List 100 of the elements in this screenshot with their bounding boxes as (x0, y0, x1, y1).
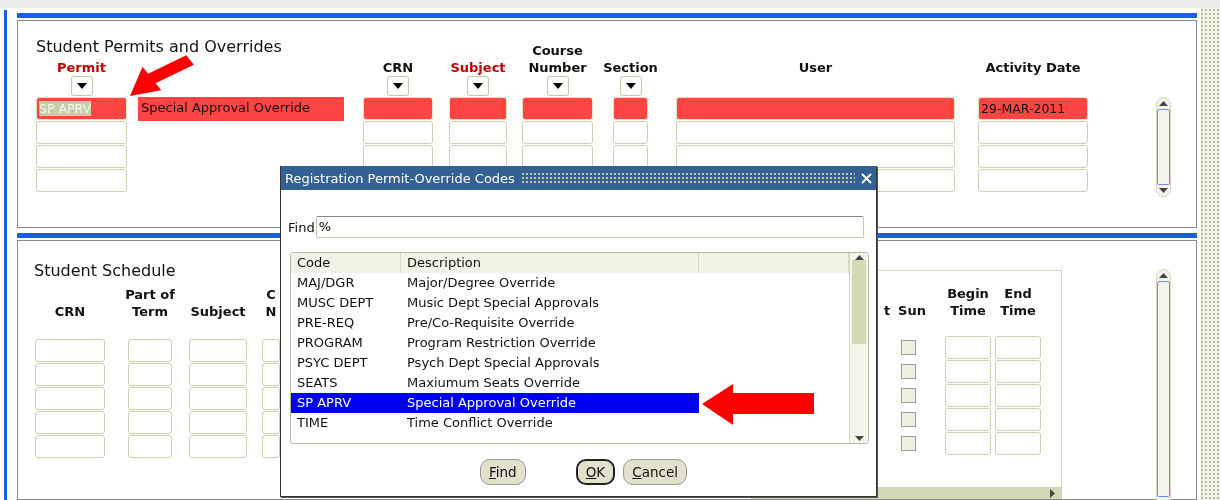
code-cell-text: PROGRAM (296, 334, 364, 352)
text-field[interactable] (522, 144, 593, 168)
dialog-title-bar[interactable]: Registration Permit-Override Codes (281, 166, 876, 190)
dropdown-button[interactable] (70, 75, 93, 96)
dropdown-button[interactable] (546, 75, 569, 96)
text-field[interactable] (945, 359, 991, 383)
column-header: Part of (125, 285, 175, 303)
text-field[interactable] (262, 338, 280, 362)
code-cell-text: MUSC DEPT (296, 294, 375, 312)
column-header: Begin (947, 284, 989, 302)
column-header: Description (401, 253, 699, 273)
description-cell-text: Maxiumum Seats Override (406, 374, 581, 392)
text-field[interactable] (36, 120, 127, 144)
text-field[interactable] (128, 362, 172, 386)
text-field[interactable] (945, 431, 991, 455)
list-row[interactable]: MAJ/DGR Major/Degree Override (291, 273, 699, 293)
text-field[interactable] (128, 386, 172, 410)
dialog-button[interactable]: Find (480, 459, 526, 485)
dialog-button[interactable]: Cancel (623, 459, 687, 485)
text-field[interactable] (363, 120, 433, 144)
scroll-up-icon[interactable] (1159, 272, 1168, 278)
text-field[interactable] (189, 338, 247, 362)
column-header: Subject (450, 58, 506, 76)
text-field[interactable] (676, 96, 955, 120)
checkbox[interactable] (901, 387, 916, 403)
close-icon[interactable] (861, 172, 872, 184)
column-header: Code (291, 253, 401, 273)
text-field[interactable] (262, 386, 280, 410)
checkbox[interactable] (901, 363, 916, 379)
text-field[interactable] (995, 383, 1041, 407)
scroll-right-icon[interactable] (1050, 488, 1055, 498)
text-field[interactable] (363, 144, 433, 168)
text-field[interactable] (995, 335, 1041, 359)
text-field[interactable] (522, 120, 593, 144)
scroll-down-icon[interactable] (854, 436, 864, 441)
scroll-down-icon[interactable] (1159, 187, 1168, 193)
text-field[interactable] (613, 144, 648, 168)
text-field[interactable] (128, 434, 172, 458)
description-cell-text: Major/Degree Override (406, 274, 557, 292)
list-row[interactable]: SEATS Maxiumum Seats Override (291, 373, 699, 393)
text-field[interactable] (978, 144, 1088, 168)
checkbox[interactable] (901, 339, 916, 355)
scrollbar[interactable] (1156, 268, 1171, 500)
text-field[interactable] (449, 96, 507, 120)
dialog-button[interactable]: OK (575, 459, 616, 485)
text-field[interactable] (995, 431, 1041, 455)
text-field[interactable] (945, 407, 991, 431)
text-field[interactable] (35, 338, 105, 362)
text-field[interactable] (613, 96, 648, 120)
text-field[interactable] (36, 144, 127, 168)
text-field[interactable] (189, 386, 247, 410)
column-header: Section (603, 58, 658, 76)
text-field[interactable] (449, 120, 507, 144)
text-field[interactable] (262, 410, 280, 434)
text-field[interactable] (189, 362, 247, 386)
column-header: Time (1000, 301, 1036, 319)
dialog-title: Registration Permit-Override Codes (285, 170, 515, 186)
find-field[interactable]: % (315, 216, 864, 238)
text-field[interactable] (35, 434, 105, 458)
column-header: Term (132, 302, 168, 320)
checkbox[interactable] (901, 435, 916, 451)
text-field[interactable] (189, 410, 247, 434)
text-field[interactable] (128, 410, 172, 434)
text-field[interactable] (35, 362, 105, 386)
dropdown-button[interactable] (467, 75, 489, 96)
text-field[interactable] (978, 120, 1088, 144)
arrow-icon (130, 55, 194, 96)
checkbox[interactable] (901, 411, 916, 427)
text-field[interactable] (995, 359, 1041, 383)
text-field[interactable] (35, 386, 105, 410)
text-field[interactable] (189, 434, 247, 458)
list-row[interactable]: MUSC DEPT Music Dept Special Approvals (291, 293, 699, 313)
list-row[interactable]: TIME Time Conflict Override (291, 413, 699, 433)
text-field[interactable] (676, 144, 955, 168)
text-field[interactable]: 29-MAR-2011 (978, 96, 1088, 120)
text-field[interactable] (945, 335, 991, 359)
text-field[interactable] (363, 96, 433, 120)
text-field[interactable] (262, 362, 280, 386)
text-field[interactable] (522, 96, 593, 120)
list-row[interactable]: PROGRAM Program Restriction Override (291, 333, 699, 353)
column-header: Sun (898, 301, 926, 319)
scrollbar[interactable] (1156, 96, 1171, 197)
text-field[interactable] (36, 168, 127, 192)
scroll-up-icon[interactable] (1159, 100, 1168, 106)
text-field[interactable] (676, 120, 955, 144)
text-field[interactable] (613, 120, 648, 144)
dropdown-button[interactable] (387, 75, 409, 96)
list-row[interactable]: PRE-REQ Pre/Co-Requisite Override (291, 313, 699, 333)
text-field[interactable] (945, 383, 991, 407)
text-field[interactable] (35, 410, 105, 434)
list-row[interactable]: SP APRV Special Approval Override (291, 393, 699, 413)
list-row[interactable]: PSYC DEPT Psych Dept Special Approvals (291, 353, 699, 373)
text-field[interactable] (262, 434, 280, 458)
scrollbar[interactable] (849, 253, 868, 443)
text-field[interactable] (995, 407, 1041, 431)
dropdown-button[interactable] (619, 75, 642, 96)
caret-icon (76, 82, 87, 89)
text-field[interactable] (128, 338, 172, 362)
text-field[interactable] (978, 168, 1088, 192)
text-field[interactable] (449, 144, 507, 168)
